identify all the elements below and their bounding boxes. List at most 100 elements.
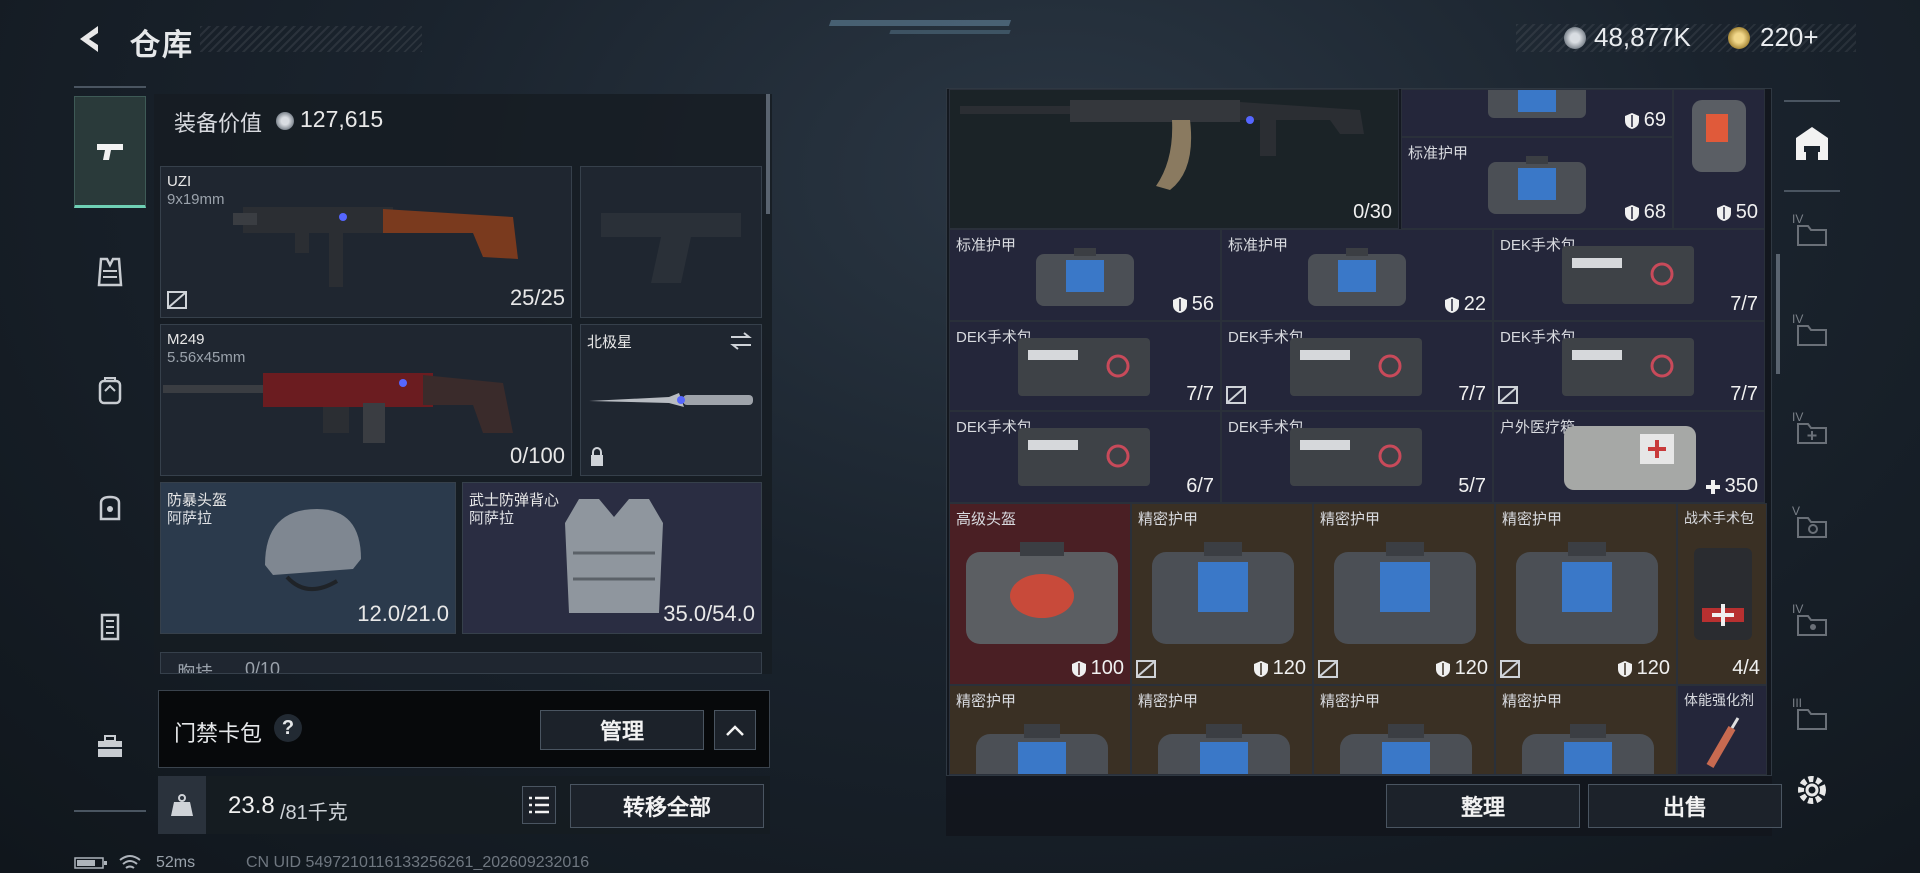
ping-value: 52ms: [156, 854, 196, 871]
armor-bag-icon: [1488, 156, 1586, 214]
item-name: 精密护甲: [1320, 693, 1381, 710]
stash-item-stamina-booster[interactable]: 体能强化剂: [1677, 685, 1767, 775]
stash-item-standard-armor[interactable]: 标准护甲 56: [949, 229, 1221, 321]
stash-item-precision-armor[interactable]: 精密护甲: [1313, 685, 1495, 775]
chevron-up-icon[interactable]: [714, 710, 756, 750]
surgery-kit-icon: [1290, 428, 1422, 486]
transfer-all-button[interactable]: 转移全部: [570, 784, 764, 828]
keycard-label: 门禁卡包: [174, 721, 263, 746]
stash-item-advanced-helmet[interactable]: 高级头盔 100: [949, 503, 1131, 685]
armor-bag-icon: [1158, 724, 1290, 774]
pouch-icon: [99, 495, 121, 521]
equip-value: 127,615: [300, 106, 384, 132]
stash-item-precision-armor[interactable]: 精密护甲: [1131, 685, 1313, 775]
item-value: 7/7: [1730, 383, 1758, 405]
stash-item-dek-surgery-kit[interactable]: DEK手术包 6/7: [949, 411, 1221, 503]
list-icon[interactable]: [522, 786, 556, 824]
nav-backpack[interactable]: [74, 358, 146, 422]
item-value-text: 50: [1735, 201, 1758, 223]
gear-icon[interactable]: [1786, 762, 1838, 818]
keycard-manage-button[interactable]: 管理: [540, 710, 704, 750]
item-value: 7/7: [1458, 383, 1486, 405]
tier-label: III: [1792, 696, 1803, 710]
surgery-kit-icon: [1290, 338, 1422, 396]
stash-item-precision-armor[interactable]: 精密护甲: [949, 685, 1131, 775]
item-name: 高级头盔: [956, 511, 1017, 528]
helmet-slot[interactable]: 防暴头盔 阿萨拉 12.0/21.0: [160, 482, 456, 634]
item-value: 7/7: [1730, 293, 1758, 315]
sidebar-tab-1[interactable]: IV: [1786, 206, 1838, 262]
chest-rig-row[interactable]: 胸挂 0/10: [160, 652, 762, 674]
sidebar-tab-4[interactable]: V: [1786, 498, 1838, 554]
stash-item-gloves[interactable]: 50: [1673, 89, 1765, 229]
sidebar-divider: [1784, 190, 1840, 192]
durability-shield-icon: [1624, 112, 1639, 129]
stash-item-precision-armor[interactable]: 精密护甲 120: [1495, 503, 1677, 685]
item-value: 120: [1617, 657, 1670, 680]
stash-scrollbar[interactable]: [1776, 254, 1780, 374]
nav-weapons[interactable]: [74, 96, 146, 208]
stash-item-precision-armor[interactable]: 精密护甲: [1495, 685, 1677, 775]
armor-slot[interactable]: 武士防弹背心 阿萨拉 35.0/54.0: [462, 482, 762, 634]
backpack-icon: [98, 377, 122, 405]
armor-bag-icon: [1308, 248, 1406, 306]
secondary-weapon-slot[interactable]: M249 5.56x45mm 0/100: [160, 324, 572, 476]
item-name: 精密护甲: [1502, 511, 1563, 528]
item-value-text: 69: [1643, 109, 1666, 131]
sidebar-tab-3[interactable]: IV: [1786, 404, 1838, 460]
nav-safebox[interactable]: [74, 594, 146, 658]
sidebar-tab-2[interactable]: IV: [1786, 306, 1838, 362]
stash-item-dek-surgery-kit[interactable]: DEK手术包 7/7: [1493, 321, 1765, 411]
armor-bag-icon: [1334, 542, 1476, 644]
item-name: 精密护甲: [1502, 693, 1563, 710]
nav-bottom-divider: [74, 810, 146, 812]
nav-pouch[interactable]: [74, 476, 146, 540]
equip-value-label: 装备价值: [174, 111, 263, 136]
item-value-text: 120: [1454, 657, 1488, 679]
tier-label: V: [1792, 504, 1801, 518]
stash-item-dek-surgery-kit[interactable]: DEK手术包 7/7: [949, 321, 1221, 411]
item-value: 100: [1071, 657, 1124, 680]
stash-item[interactable]: 69: [1401, 89, 1673, 137]
sell-button[interactable]: 出售: [1588, 784, 1782, 828]
stash-item-precision-armor[interactable]: 精密护甲 120: [1131, 503, 1313, 685]
surgery-kit-icon: [1562, 246, 1694, 304]
pistol-slot-empty[interactable]: [580, 166, 762, 318]
gold-currency-value[interactable]: 220+: [1760, 22, 1819, 53]
melee-slot[interactable]: 北极星: [580, 324, 762, 476]
stash-item-standard-armor[interactable]: 标准护甲 68: [1401, 137, 1673, 229]
swap-icon[interactable]: [729, 331, 753, 351]
stash-item-dek-surgery-kit[interactable]: DEK手术包 7/7: [1493, 229, 1765, 321]
sort-button[interactable]: 整理: [1386, 784, 1580, 828]
item-value: 56: [1172, 293, 1214, 316]
loadout-scrollbar[interactable]: [766, 94, 770, 214]
uzi-weapon-icon: [233, 207, 518, 287]
stash-item-dek-surgery-kit[interactable]: DEK手术包 7/7: [1221, 321, 1493, 411]
no-sell-icon: [1226, 386, 1246, 404]
helmet-durability: 12.0/21.0: [357, 601, 449, 626]
item-name: 标准护甲: [956, 237, 1017, 254]
stash-home-icon[interactable]: [1786, 114, 1838, 172]
keycard-help-icon[interactable]: ?: [274, 714, 302, 742]
medkit-icon: [1564, 426, 1696, 490]
pistol-placeholder-icon: [601, 213, 741, 283]
tier-label: IV: [1792, 410, 1804, 424]
back-icon[interactable]: [74, 22, 108, 56]
nav-top-divider: [74, 86, 146, 88]
stash-item-precision-armor[interactable]: 精密护甲 120: [1313, 503, 1495, 685]
heal-plus-icon: [1705, 479, 1720, 494]
sidebar-tab-6[interactable]: III: [1786, 690, 1838, 746]
no-sell-icon: [1498, 386, 1518, 404]
nav-toolbox[interactable]: [74, 714, 146, 778]
nav-chest-rig[interactable]: [74, 240, 146, 304]
stash-item-tactical-surgery-kit[interactable]: 战术手术包 4/4: [1677, 503, 1767, 685]
melee-name: 北极星: [587, 334, 633, 351]
stash-item-standard-armor[interactable]: 标准护甲 22: [1221, 229, 1493, 321]
stash-item-rifle[interactable]: 0/30: [949, 89, 1399, 229]
sidebar-tab-5[interactable]: IV: [1786, 596, 1838, 652]
item-value: 7/7: [1186, 383, 1214, 405]
stash-item-dek-surgery-kit[interactable]: DEK手术包 5/7: [1221, 411, 1493, 503]
armor-durability: 35.0/54.0: [663, 601, 755, 626]
stash-item-outdoor-medkit[interactable]: 户外医疗箱 350: [1493, 411, 1765, 503]
primary-weapon-slot[interactable]: UZI 9x19mm 25/25: [160, 166, 572, 318]
